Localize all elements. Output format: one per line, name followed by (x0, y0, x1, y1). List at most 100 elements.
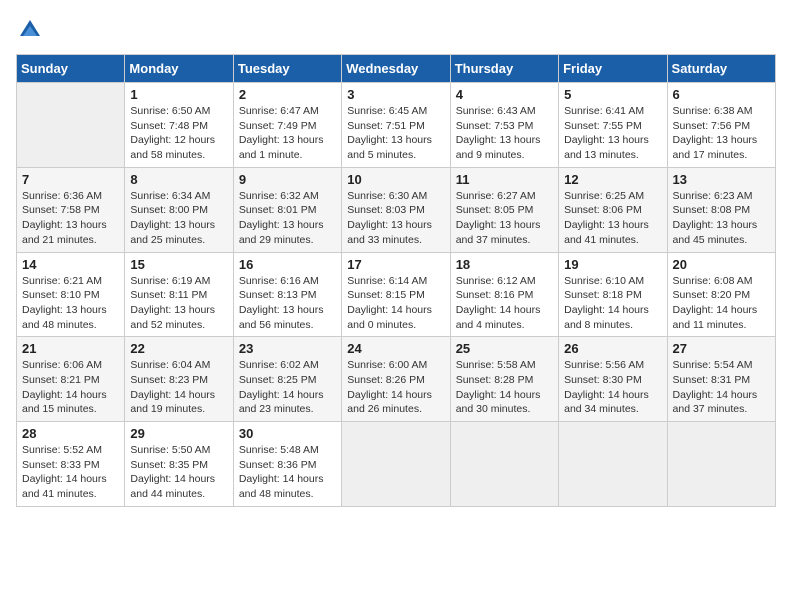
day-number: 16 (239, 257, 336, 272)
calendar-day-cell: 21 Sunrise: 6:06 AM Sunset: 8:21 PM Dayl… (17, 337, 125, 422)
sunrise-label: Sunrise: 6:38 AM (673, 105, 753, 117)
day-number: 24 (347, 341, 444, 356)
sunrise-label: Sunrise: 5:50 AM (130, 444, 210, 456)
day-info: Sunrise: 6:14 AM Sunset: 8:15 PM Dayligh… (347, 274, 444, 333)
calendar-day-cell: 15 Sunrise: 6:19 AM Sunset: 8:11 PM Dayl… (125, 252, 233, 337)
day-info: Sunrise: 6:21 AM Sunset: 8:10 PM Dayligh… (22, 274, 119, 333)
sunset-label: Sunset: 8:01 PM (239, 204, 317, 216)
day-number: 10 (347, 172, 444, 187)
sunrise-label: Sunrise: 6:04 AM (130, 359, 210, 371)
sunset-label: Sunset: 8:03 PM (347, 204, 425, 216)
calendar-day-cell: 28 Sunrise: 5:52 AM Sunset: 8:33 PM Dayl… (17, 422, 125, 507)
sunrise-label: Sunrise: 5:54 AM (673, 359, 753, 371)
day-number: 21 (22, 341, 119, 356)
sunset-label: Sunset: 8:25 PM (239, 374, 317, 386)
sunrise-label: Sunrise: 6:34 AM (130, 190, 210, 202)
day-number: 12 (564, 172, 661, 187)
calendar-day-cell: 2 Sunrise: 6:47 AM Sunset: 7:49 PM Dayli… (233, 83, 341, 168)
daylight-label: Daylight: 13 hours and 17 minutes. (673, 134, 758, 161)
daylight-label: Daylight: 13 hours and 48 minutes. (22, 304, 107, 331)
calendar-day-cell: 13 Sunrise: 6:23 AM Sunset: 8:08 PM Dayl… (667, 167, 775, 252)
day-number: 23 (239, 341, 336, 356)
weekday-header: Sunday (17, 55, 125, 83)
daylight-label: Daylight: 14 hours and 8 minutes. (564, 304, 649, 331)
page-header (16, 16, 776, 44)
sunset-label: Sunset: 8:21 PM (22, 374, 100, 386)
day-info: Sunrise: 5:54 AM Sunset: 8:31 PM Dayligh… (673, 358, 770, 417)
day-number: 1 (130, 87, 227, 102)
day-info: Sunrise: 6:50 AM Sunset: 7:48 PM Dayligh… (130, 104, 227, 163)
calendar-header-row: SundayMondayTuesdayWednesdayThursdayFrid… (17, 55, 776, 83)
calendar-week-row: 14 Sunrise: 6:21 AM Sunset: 8:10 PM Dayl… (17, 252, 776, 337)
sunrise-label: Sunrise: 6:36 AM (22, 190, 102, 202)
day-info: Sunrise: 6:38 AM Sunset: 7:56 PM Dayligh… (673, 104, 770, 163)
sunset-label: Sunset: 7:51 PM (347, 120, 425, 132)
daylight-label: Daylight: 13 hours and 29 minutes. (239, 219, 324, 246)
day-number: 29 (130, 426, 227, 441)
sunset-label: Sunset: 8:35 PM (130, 459, 208, 471)
calendar-day-cell: 22 Sunrise: 6:04 AM Sunset: 8:23 PM Dayl… (125, 337, 233, 422)
calendar-week-row: 7 Sunrise: 6:36 AM Sunset: 7:58 PM Dayli… (17, 167, 776, 252)
sunrise-label: Sunrise: 6:25 AM (564, 190, 644, 202)
calendar-week-row: 21 Sunrise: 6:06 AM Sunset: 8:21 PM Dayl… (17, 337, 776, 422)
sunset-label: Sunset: 8:05 PM (456, 204, 534, 216)
sunset-label: Sunset: 7:48 PM (130, 120, 208, 132)
sunset-label: Sunset: 8:13 PM (239, 289, 317, 301)
daylight-label: Daylight: 13 hours and 45 minutes. (673, 219, 758, 246)
calendar-day-cell: 19 Sunrise: 6:10 AM Sunset: 8:18 PM Dayl… (559, 252, 667, 337)
weekday-header: Monday (125, 55, 233, 83)
daylight-label: Daylight: 14 hours and 37 minutes. (673, 389, 758, 416)
daylight-label: Daylight: 12 hours and 58 minutes. (130, 134, 215, 161)
sunset-label: Sunset: 7:55 PM (564, 120, 642, 132)
day-number: 2 (239, 87, 336, 102)
weekday-header: Wednesday (342, 55, 450, 83)
day-info: Sunrise: 6:36 AM Sunset: 7:58 PM Dayligh… (22, 189, 119, 248)
day-info: Sunrise: 6:34 AM Sunset: 8:00 PM Dayligh… (130, 189, 227, 248)
day-number: 22 (130, 341, 227, 356)
daylight-label: Daylight: 14 hours and 11 minutes. (673, 304, 758, 331)
sunset-label: Sunset: 8:33 PM (22, 459, 100, 471)
daylight-label: Daylight: 14 hours and 4 minutes. (456, 304, 541, 331)
daylight-label: Daylight: 14 hours and 19 minutes. (130, 389, 215, 416)
calendar-day-cell: 4 Sunrise: 6:43 AM Sunset: 7:53 PM Dayli… (450, 83, 558, 168)
sunrise-label: Sunrise: 6:00 AM (347, 359, 427, 371)
sunset-label: Sunset: 8:00 PM (130, 204, 208, 216)
sunrise-label: Sunrise: 5:56 AM (564, 359, 644, 371)
calendar-day-cell: 26 Sunrise: 5:56 AM Sunset: 8:30 PM Dayl… (559, 337, 667, 422)
day-info: Sunrise: 6:08 AM Sunset: 8:20 PM Dayligh… (673, 274, 770, 333)
sunrise-label: Sunrise: 6:45 AM (347, 105, 427, 117)
daylight-label: Daylight: 14 hours and 34 minutes. (564, 389, 649, 416)
day-info: Sunrise: 6:00 AM Sunset: 8:26 PM Dayligh… (347, 358, 444, 417)
sunset-label: Sunset: 8:26 PM (347, 374, 425, 386)
sunset-label: Sunset: 8:10 PM (22, 289, 100, 301)
daylight-label: Daylight: 13 hours and 52 minutes. (130, 304, 215, 331)
sunrise-label: Sunrise: 6:21 AM (22, 275, 102, 287)
sunrise-label: Sunrise: 6:41 AM (564, 105, 644, 117)
day-number: 19 (564, 257, 661, 272)
weekday-header: Thursday (450, 55, 558, 83)
daylight-label: Daylight: 14 hours and 0 minutes. (347, 304, 432, 331)
sunset-label: Sunset: 8:20 PM (673, 289, 751, 301)
sunset-label: Sunset: 8:18 PM (564, 289, 642, 301)
day-number: 14 (22, 257, 119, 272)
day-info: Sunrise: 6:16 AM Sunset: 8:13 PM Dayligh… (239, 274, 336, 333)
sunrise-label: Sunrise: 5:48 AM (239, 444, 319, 456)
sunset-label: Sunset: 7:49 PM (239, 120, 317, 132)
day-number: 4 (456, 87, 553, 102)
sunrise-label: Sunrise: 6:43 AM (456, 105, 536, 117)
sunset-label: Sunset: 8:15 PM (347, 289, 425, 301)
day-info: Sunrise: 6:32 AM Sunset: 8:01 PM Dayligh… (239, 189, 336, 248)
logo (16, 16, 48, 44)
day-number: 8 (130, 172, 227, 187)
day-info: Sunrise: 5:52 AM Sunset: 8:33 PM Dayligh… (22, 443, 119, 502)
calendar-day-cell: 10 Sunrise: 6:30 AM Sunset: 8:03 PM Dayl… (342, 167, 450, 252)
daylight-label: Daylight: 13 hours and 1 minute. (239, 134, 324, 161)
sunrise-label: Sunrise: 6:16 AM (239, 275, 319, 287)
sunrise-label: Sunrise: 6:08 AM (673, 275, 753, 287)
calendar-day-cell: 27 Sunrise: 5:54 AM Sunset: 8:31 PM Dayl… (667, 337, 775, 422)
calendar-day-cell: 7 Sunrise: 6:36 AM Sunset: 7:58 PM Dayli… (17, 167, 125, 252)
day-info: Sunrise: 6:25 AM Sunset: 8:06 PM Dayligh… (564, 189, 661, 248)
daylight-label: Daylight: 13 hours and 56 minutes. (239, 304, 324, 331)
day-number: 9 (239, 172, 336, 187)
day-info: Sunrise: 6:10 AM Sunset: 8:18 PM Dayligh… (564, 274, 661, 333)
